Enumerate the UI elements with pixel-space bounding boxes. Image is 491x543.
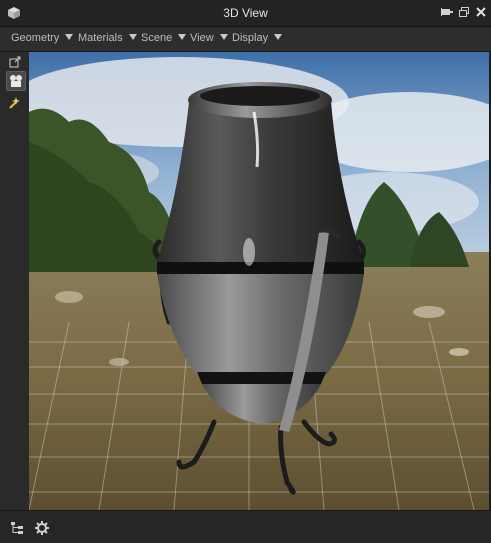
menu-scene[interactable]: Scene	[141, 32, 187, 44]
bottom-toolbar	[0, 510, 491, 543]
chevron-down-icon	[128, 34, 137, 40]
chevron-down-icon	[65, 34, 74, 40]
settings-gear-icon[interactable]	[35, 521, 49, 535]
viewport-scene	[29, 52, 489, 510]
camera-tool-button[interactable]	[6, 71, 26, 91]
menu-view[interactable]: View	[190, 32, 228, 44]
3d-viewport[interactable]	[29, 52, 489, 510]
left-toolbar	[0, 52, 29, 510]
menu-bar: Geometry Materials Scene View Display	[0, 27, 491, 52]
scene-tree-icon[interactable]	[10, 521, 24, 535]
pin-icon[interactable]	[440, 5, 454, 19]
export-icon[interactable]	[7, 54, 23, 70]
menu-display[interactable]: Display	[232, 32, 283, 44]
float-window-icon[interactable]	[457, 5, 471, 19]
chevron-down-icon	[178, 34, 187, 40]
light-tool-icon[interactable]	[7, 95, 23, 111]
menu-materials[interactable]: Materials	[78, 32, 137, 44]
close-icon[interactable]	[474, 5, 488, 19]
window-title: 3D View	[223, 6, 268, 20]
menu-geometry[interactable]: Geometry	[11, 32, 74, 44]
chevron-down-icon	[274, 34, 283, 40]
title-bar: 3D View	[0, 0, 491, 27]
chevron-down-icon	[219, 34, 228, 40]
camera-tool-icon	[10, 75, 22, 87]
